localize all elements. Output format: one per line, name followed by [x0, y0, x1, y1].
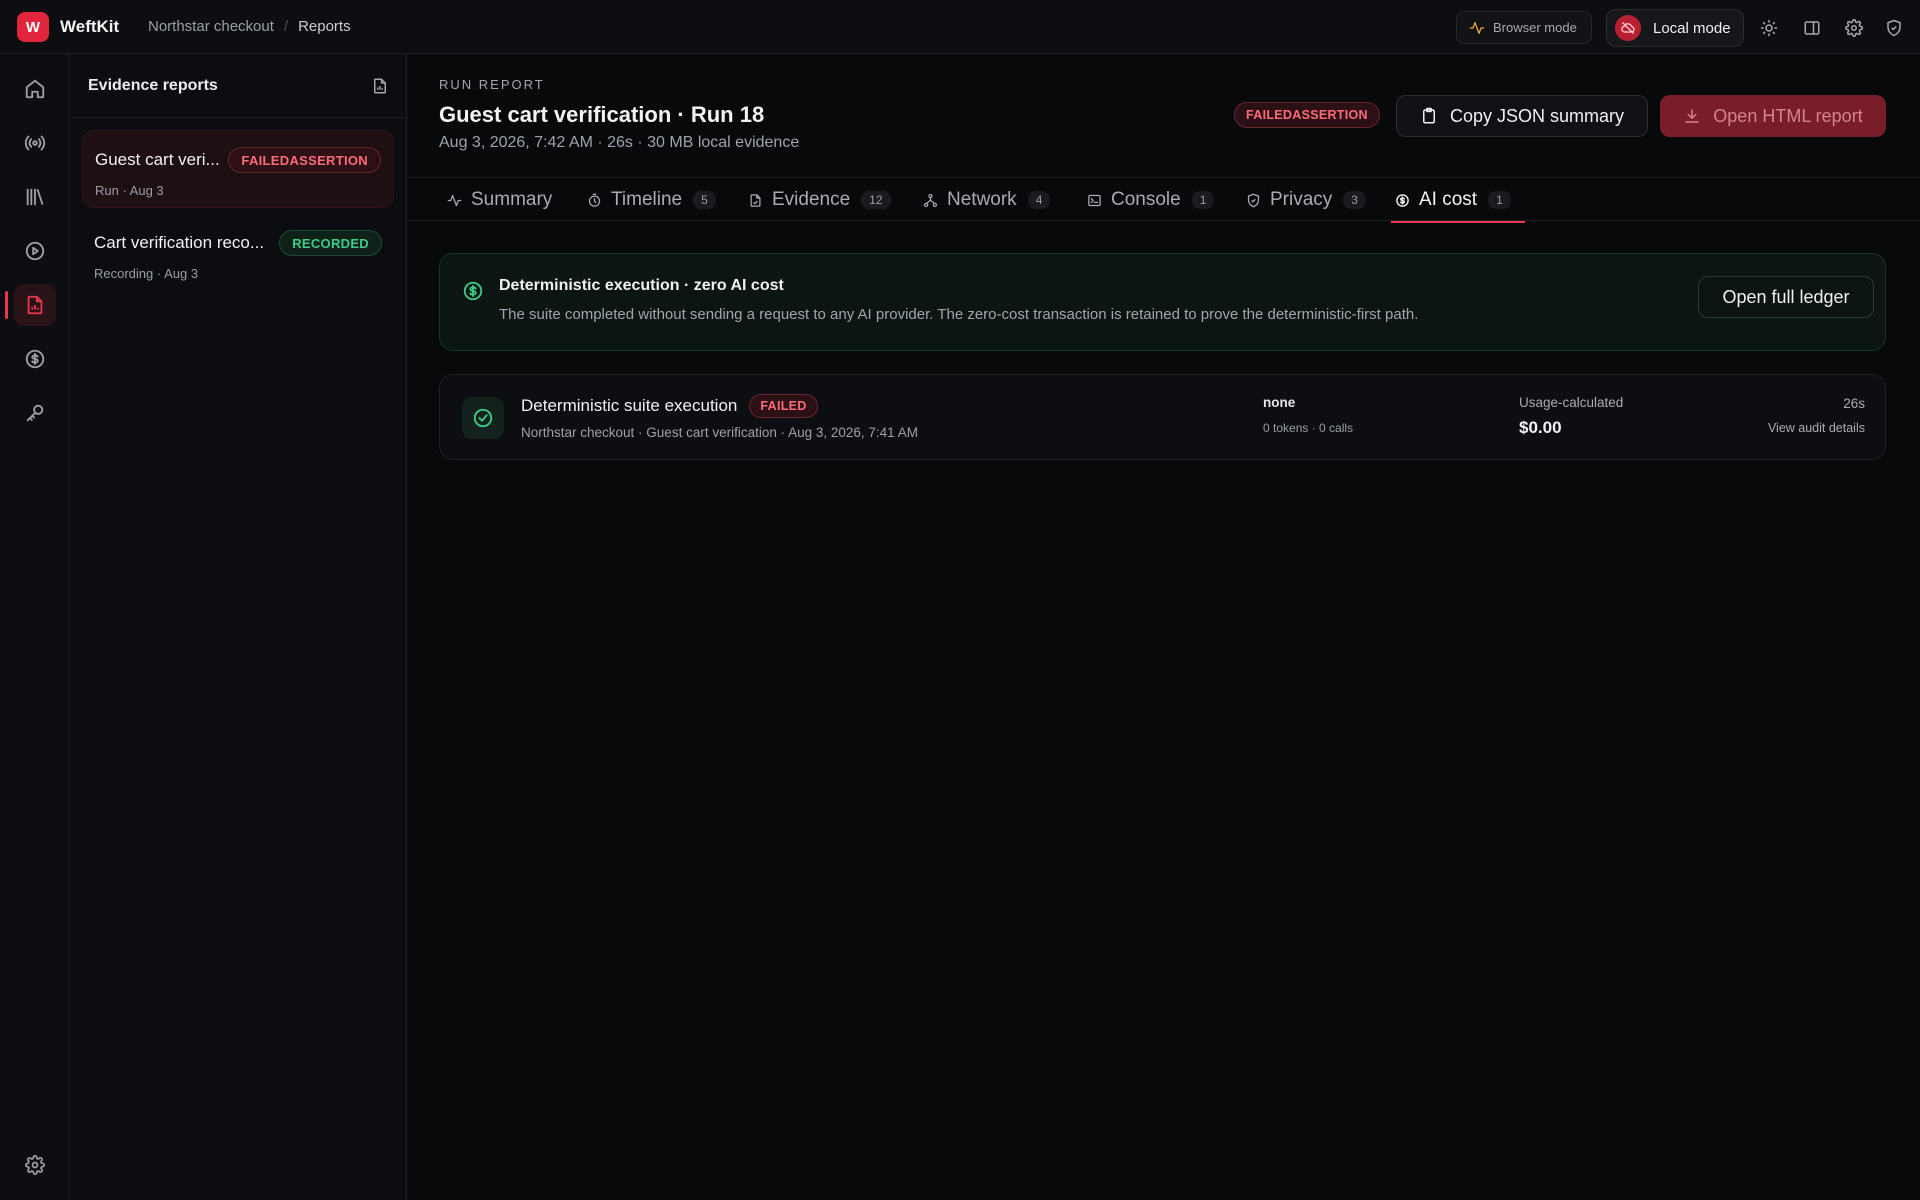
report-kicker: RUN REPORT	[439, 77, 545, 92]
reports-panel-title: Evidence reports	[88, 76, 218, 94]
activity-icon	[447, 193, 462, 208]
open-html-report-button[interactable]: Open HTML report	[1660, 95, 1886, 137]
transaction-title: Deterministic suite execution	[521, 396, 738, 415]
top-bar: W WeftKit Northstar checkout / Reports B…	[0, 0, 1920, 54]
tab-count: 5	[693, 191, 716, 209]
activity-icon	[1469, 20, 1485, 36]
transaction-title-row: Deterministic suite execution FAILED	[521, 394, 818, 418]
local-mode-button[interactable]: Local mode	[1606, 9, 1744, 47]
report-item-sub: Run · Aug 3	[95, 183, 164, 198]
status-badge: FAILEDASSERTION	[1234, 102, 1380, 128]
status-badge: FAILED	[749, 394, 818, 418]
breadcrumb-current: Reports	[298, 18, 351, 35]
download-icon	[1683, 107, 1701, 125]
sun-icon[interactable]	[1758, 17, 1780, 39]
nav-rail	[0, 54, 70, 1200]
library-icon[interactable]	[14, 176, 56, 218]
transaction-subtitle: Northstar checkout · Guest cart verifica…	[521, 425, 918, 440]
file-icon	[748, 193, 763, 208]
tab-count: 12	[861, 191, 891, 209]
play-icon[interactable]	[14, 230, 56, 272]
transaction-row[interactable]: Deterministic suite execution FAILED Nor…	[439, 374, 1886, 460]
tab-console[interactable]: Console 1	[1083, 178, 1218, 222]
report-item-name: Guest cart veri...	[95, 150, 220, 169]
tab-summary[interactable]: Summary	[443, 178, 556, 222]
report-item-guest-cart[interactable]: Guest cart veri... FAILEDASSERTION Run ·…	[82, 130, 394, 208]
breadcrumb-separator: /	[283, 18, 289, 35]
clipboard-icon	[1420, 107, 1438, 125]
app-logo[interactable]: W	[17, 12, 49, 42]
breadcrumb: Northstar checkout / Reports	[148, 18, 351, 35]
cloud-off-icon	[1615, 15, 1641, 41]
tab-label: Evidence	[772, 189, 851, 210]
browser-mode-label: Browser mode	[1493, 20, 1577, 35]
reports-panel: Evidence reports Guest cart veri... FAIL…	[71, 54, 407, 1200]
tab-label: AI cost	[1419, 189, 1478, 210]
broadcast-icon[interactable]	[14, 122, 56, 164]
tab-count: 1	[1191, 191, 1215, 209]
tab-label: Console	[1111, 189, 1181, 210]
report-main: RUN REPORT Guest cart verification · Run…	[408, 54, 1920, 1200]
transaction-provider: none	[1263, 395, 1296, 410]
tab-privacy[interactable]: Privacy 3	[1242, 178, 1370, 222]
check-circle-icon	[462, 397, 504, 439]
reports-panel-header: Evidence reports	[71, 54, 406, 118]
report-meta: Aug 3, 2026, 7:42 AM · 26s · 30 MB local…	[439, 134, 800, 151]
terminal-icon	[1087, 193, 1102, 208]
open-html-report-label: Open HTML report	[1713, 105, 1863, 126]
tab-count: 1	[1488, 191, 1511, 209]
timer-icon	[587, 193, 602, 208]
tab-label: Timeline	[611, 189, 683, 210]
network-icon	[923, 193, 938, 208]
transaction-method: Usage-calculated	[1519, 395, 1624, 410]
transaction-amount: $0.00	[1519, 418, 1562, 437]
report-item-name: Cart verification reco...	[94, 233, 265, 252]
new-report-icon[interactable]	[371, 77, 389, 95]
view-audit-details-link[interactable]: View audit details	[1768, 421, 1865, 435]
browser-mode-button[interactable]: Browser mode	[1456, 11, 1592, 44]
notice-text: The suite completed without sending a re…	[499, 306, 1419, 323]
local-mode-label: Local mode	[1653, 19, 1731, 37]
notice-title: Deterministic execution · zero AI cost	[499, 277, 784, 294]
tab-network[interactable]: Network 4	[919, 178, 1054, 222]
tab-timeline[interactable]: Timeline 5	[583, 178, 720, 222]
transaction-usage: 0 tokens · 0 calls	[1263, 421, 1354, 435]
app-name: WeftKit	[60, 17, 120, 36]
zero-cost-notice: Deterministic execution · zero AI cost T…	[439, 253, 1886, 351]
dollar-icon[interactable]	[14, 338, 56, 380]
dollar-icon	[462, 280, 484, 302]
report-item-sub: Recording · Aug 3	[94, 266, 199, 281]
status-badge: FAILEDASSERTION	[228, 147, 381, 173]
key-icon[interactable]	[14, 392, 56, 434]
gear-icon[interactable]	[14, 1144, 56, 1186]
report-item-cart-verification[interactable]: Cart verification reco... RECORDED Recor…	[82, 214, 394, 292]
transaction-duration: 26s	[1843, 396, 1865, 411]
dollar-icon	[1395, 193, 1410, 208]
home-icon[interactable]	[14, 68, 56, 110]
status-badge: RECORDED	[279, 230, 382, 256]
copy-json-summary-label: Copy JSON summary	[1449, 105, 1625, 126]
tab-label: Network	[947, 189, 1017, 210]
copy-json-summary-button[interactable]: Copy JSON summary	[1396, 95, 1648, 137]
gear-icon[interactable]	[1843, 17, 1865, 39]
tab-count: 4	[1027, 191, 1051, 209]
shield-icon[interactable]	[1883, 17, 1905, 39]
tab-label: Summary	[471, 189, 553, 210]
page-title: Guest cart verification · Run 18	[439, 102, 765, 127]
tab-evidence[interactable]: Evidence 12	[744, 178, 895, 222]
report-tabs: Summary Timeline 5 Evidence 12 Network 4…	[408, 177, 1920, 223]
tab-ai-cost[interactable]: AI cost 1	[1391, 178, 1525, 223]
tab-count: 3	[1343, 191, 1366, 209]
breadcrumb-project[interactable]: Northstar checkout	[148, 18, 274, 35]
panel-toggle-icon[interactable]	[1801, 17, 1823, 39]
report-icon[interactable]	[5, 284, 56, 326]
tab-label: Privacy	[1270, 189, 1333, 210]
shield-icon	[1246, 193, 1261, 208]
open-full-ledger-button[interactable]: Open full ledger	[1698, 276, 1874, 318]
